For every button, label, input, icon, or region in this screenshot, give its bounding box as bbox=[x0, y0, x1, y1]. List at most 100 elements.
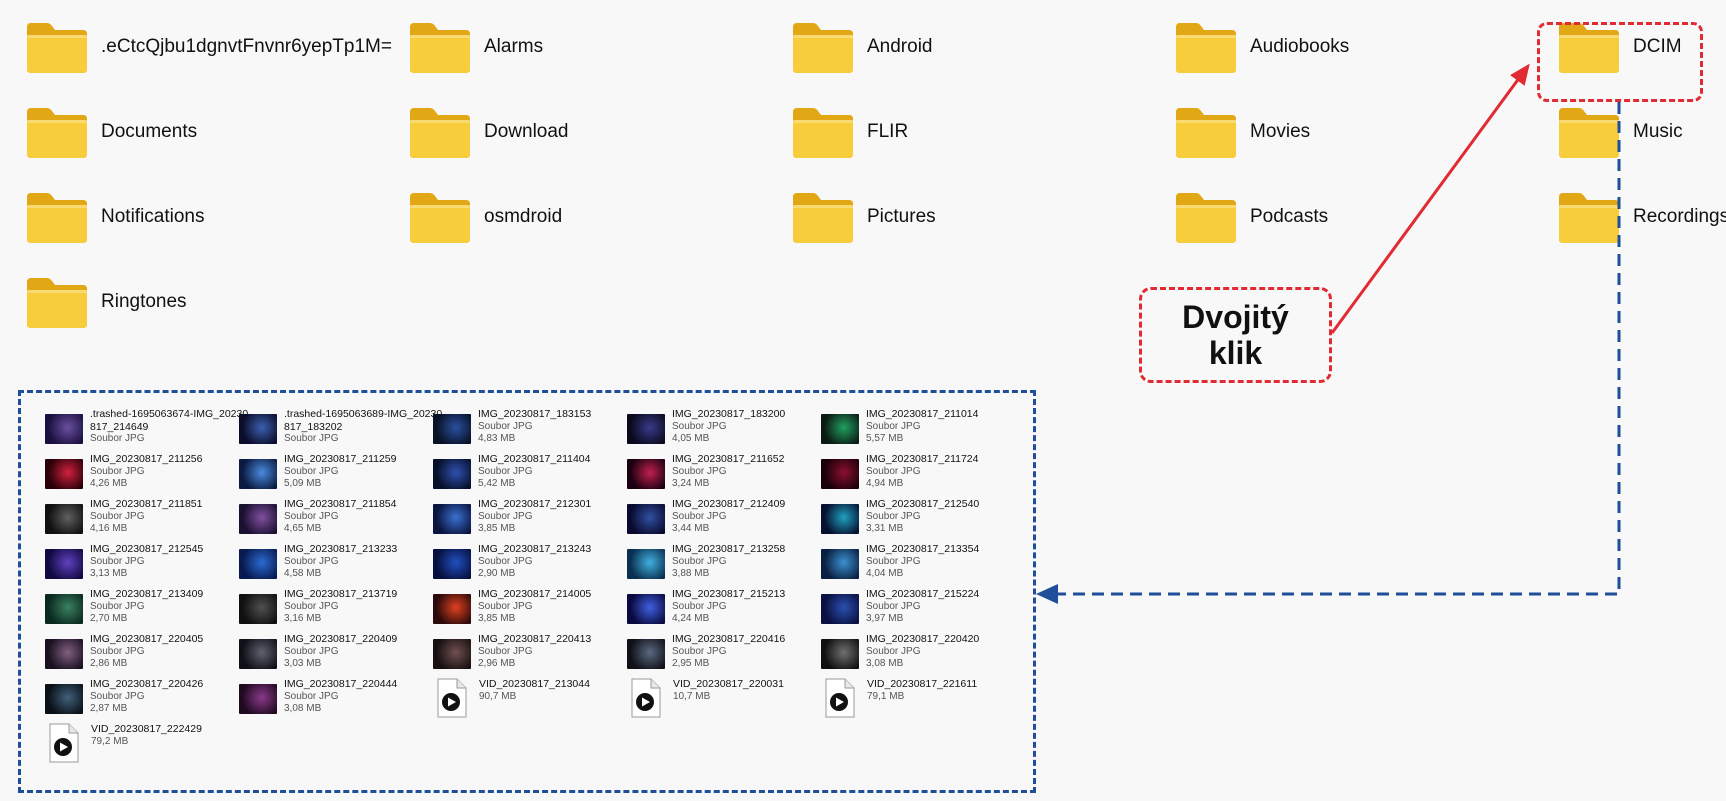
image-file-item[interactable]: IMG_20230817_183200 Soubor JPG 4,05 MB bbox=[627, 408, 832, 456]
file-name: IMG_20230817_211652 bbox=[672, 453, 785, 465]
folder-icon bbox=[1559, 108, 1619, 158]
image-file-item[interactable]: IMG_20230817_220409 Soubor JPG 3,03 MB bbox=[239, 633, 444, 681]
folder-flir[interactable]: FLIR bbox=[791, 100, 908, 164]
folder-icon bbox=[1176, 108, 1236, 158]
folder-label: Podcasts bbox=[1250, 206, 1329, 227]
file-size: 3,31 MB bbox=[866, 523, 904, 534]
image-file-item[interactable]: IMG_20230817_214005 Soubor JPG 3,85 MB bbox=[433, 588, 638, 636]
file-size: 2,96 MB bbox=[478, 658, 516, 669]
image-file-item[interactable]: IMG_20230817_212540 Soubor JPG 3,31 MB bbox=[821, 498, 1026, 546]
video-file-icon bbox=[631, 678, 661, 718]
image-file-item[interactable]: IMG_20230817_211854 Soubor JPG 4,65 MB bbox=[239, 498, 444, 546]
dcim-highlight-box bbox=[1537, 22, 1703, 102]
image-file-item[interactable]: IMG_20230817_213233 Soubor JPG 4,58 MB bbox=[239, 543, 444, 591]
file-size: 4,58 MB bbox=[284, 568, 322, 579]
folder-ringtones[interactable]: Ringtones bbox=[25, 270, 187, 334]
file-size: 4,83 MB bbox=[478, 433, 516, 444]
folder-pictures[interactable]: Pictures bbox=[791, 185, 936, 249]
image-file-item[interactable]: IMG_20230817_213409 Soubor JPG 2,70 MB bbox=[45, 588, 250, 636]
image-file-item[interactable]: IMG_20230817_215224 Soubor JPG 3,97 MB bbox=[821, 588, 1026, 636]
folder-icon bbox=[410, 193, 470, 243]
folder-podcasts[interactable]: Podcasts bbox=[1174, 185, 1328, 249]
image-file-item[interactable]: IMG_20230817_213243 Soubor JPG 2,90 MB bbox=[433, 543, 638, 591]
file-size: 5,57 MB bbox=[866, 433, 904, 444]
folder-label: Android bbox=[867, 36, 933, 57]
video-file-icon bbox=[437, 678, 467, 718]
image-file-item[interactable]: IMG_20230817_211652 Soubor JPG 3,24 MB bbox=[627, 453, 832, 501]
image-file-item[interactable]: IMG_20230817_212545 Soubor JPG 3,13 MB bbox=[45, 543, 250, 591]
file-type: Soubor JPG bbox=[866, 420, 921, 432]
folder-documents[interactable]: Documents bbox=[25, 100, 197, 164]
file-size: 2,95 MB bbox=[672, 658, 710, 669]
image-file-item[interactable]: .trashed-1695063689-IMG_20230817_183202 S… bbox=[239, 408, 444, 456]
image-file-item[interactable]: IMG_20230817_183153 Soubor JPG 4,83 MB bbox=[433, 408, 638, 456]
callout-line-2: klik bbox=[1208, 335, 1263, 371]
file-text: IMG_20230817_211652 Soubor JPG 3,24 MB bbox=[672, 453, 785, 491]
image-file-item[interactable]: IMG_20230817_220413 Soubor JPG 2,96 MB bbox=[433, 633, 638, 681]
image-file-item[interactable]: IMG_20230817_211259 Soubor JPG 5,09 MB bbox=[239, 453, 444, 501]
file-text: IMG_20230817_212409 Soubor JPG 3,44 MB bbox=[672, 498, 785, 536]
image-file-item[interactable]: IMG_20230817_211014 Soubor JPG 5,57 MB bbox=[821, 408, 1026, 456]
folder-android[interactable]: Android bbox=[791, 15, 933, 79]
image-file-item[interactable]: .trashed-1695063674-IMG_20230817_214649 S… bbox=[45, 408, 250, 456]
file-name: IMG_20230817_212545 bbox=[90, 543, 204, 555]
image-file-item[interactable]: IMG_20230817_220405 Soubor JPG 2,86 MB bbox=[45, 633, 250, 681]
image-file-item[interactable]: IMG_20230817_212409 Soubor JPG 3,44 MB bbox=[627, 498, 832, 546]
file-text: IMG_20230817_211724 Soubor JPG 4,94 MB bbox=[866, 453, 979, 491]
image-file-item[interactable]: IMG_20230817_211851 Soubor JPG 4,16 MB bbox=[45, 498, 250, 546]
image-file-item[interactable]: IMG_20230817_220426 Soubor JPG 2,87 MB bbox=[45, 678, 250, 726]
image-file-item[interactable]: IMG_20230817_213354 Soubor JPG 4,04 MB bbox=[821, 543, 1026, 591]
image-thumbnail bbox=[821, 639, 859, 669]
image-file-item[interactable]: IMG_20230817_220420 Soubor JPG 3,08 MB bbox=[821, 633, 1026, 681]
folder-music[interactable]: Music bbox=[1557, 100, 1683, 164]
file-text: IMG_20230817_211854 Soubor JPG 4,65 MB bbox=[284, 498, 397, 536]
folder-audiobooks[interactable]: Audiobooks bbox=[1174, 15, 1349, 79]
file-type: Soubor JPG bbox=[672, 600, 727, 612]
folder-recordings[interactable]: Recordings bbox=[1557, 185, 1726, 249]
file-text: IMG_20230817_213233 Soubor JPG 4,58 MB bbox=[284, 543, 397, 581]
video-file-item[interactable]: VID_20230817_213044 90,7 MB bbox=[433, 678, 638, 726]
folder-movies[interactable]: Movies bbox=[1174, 100, 1310, 164]
file-text: IMG_20230817_212545 Soubor JPG 3,13 MB bbox=[90, 543, 203, 581]
folder-alarms[interactable]: Alarms bbox=[408, 15, 543, 79]
file-name: IMG_20230817_212409 bbox=[672, 498, 786, 510]
folder-download[interactable]: Download bbox=[408, 100, 569, 164]
image-thumbnail bbox=[821, 459, 859, 489]
file-name: IMG_20230817_211851 bbox=[90, 498, 203, 510]
file-type: Soubor JPG bbox=[90, 645, 145, 657]
image-file-item[interactable]: IMG_20230817_211724 Soubor JPG 4,94 MB bbox=[821, 453, 1026, 501]
file-text: IMG_20230817_212301 Soubor JPG 3,85 MB bbox=[478, 498, 591, 536]
image-thumbnail bbox=[433, 414, 471, 444]
folder-icon bbox=[410, 23, 470, 73]
folder-label: Alarms bbox=[484, 36, 544, 57]
folder-icon bbox=[1559, 193, 1619, 243]
file-text: IMG_20230817_220420 Soubor JPG 3,08 MB bbox=[866, 633, 979, 671]
file-text: IMG_20230817_211259 Soubor JPG 5,09 MB bbox=[284, 453, 397, 491]
file-type: Soubor JPG bbox=[672, 420, 727, 432]
file-size: 4,16 MB bbox=[90, 523, 128, 534]
image-file-item[interactable]: IMG_20230817_211404 Soubor JPG 5,42 MB bbox=[433, 453, 638, 501]
file-size: 3,88 MB bbox=[672, 568, 710, 579]
video-file-item[interactable]: VID_20230817_220031 10,7 MB bbox=[627, 678, 832, 726]
file-text: IMG_20230817_220413 Soubor JPG 2,96 MB bbox=[478, 633, 591, 671]
video-file-item[interactable]: VID_20230817_222429 79,2 MB bbox=[45, 723, 250, 771]
image-file-item[interactable]: IMG_20230817_220416 Soubor JPG 2,95 MB bbox=[627, 633, 832, 681]
image-thumbnail bbox=[627, 459, 665, 489]
file-name: IMG_20230817_211724 bbox=[866, 453, 979, 465]
folder-notifications[interactable]: Notifications bbox=[25, 185, 205, 249]
file-text: IMG_20230817_213258 Soubor JPG 3,88 MB bbox=[672, 543, 785, 581]
folder-label: Download bbox=[484, 121, 569, 142]
file-name: IMG_20230817_220405 bbox=[90, 633, 204, 645]
image-file-item[interactable]: IMG_20230817_213719 Soubor JPG 3,16 MB bbox=[239, 588, 444, 636]
folder-label: Recordings bbox=[1633, 206, 1726, 227]
image-file-item[interactable]: IMG_20230817_213258 Soubor JPG 3,88 MB bbox=[627, 543, 832, 591]
image-file-item[interactable]: IMG_20230817_215213 Soubor JPG 4,24 MB bbox=[627, 588, 832, 636]
folder-ectcqjbu1dgnvtfnvnr6yeptp1m[interactable]: .eCtcQjbu1dgnvtFnvnr6yepTp1M= bbox=[25, 15, 392, 79]
image-file-item[interactable]: IMG_20230817_211256 Soubor JPG 4,26 MB bbox=[45, 453, 250, 501]
video-file-item[interactable]: VID_20230817_221611 79,1 MB bbox=[821, 678, 1026, 726]
folder-label: Movies bbox=[1250, 121, 1311, 142]
image-file-item[interactable]: IMG_20230817_220444 Soubor JPG 3,08 MB bbox=[239, 678, 444, 726]
image-thumbnail bbox=[433, 594, 471, 624]
image-file-item[interactable]: IMG_20230817_212301 Soubor JPG 3,85 MB bbox=[433, 498, 638, 546]
folder-osmdroid[interactable]: osmdroid bbox=[408, 185, 562, 249]
